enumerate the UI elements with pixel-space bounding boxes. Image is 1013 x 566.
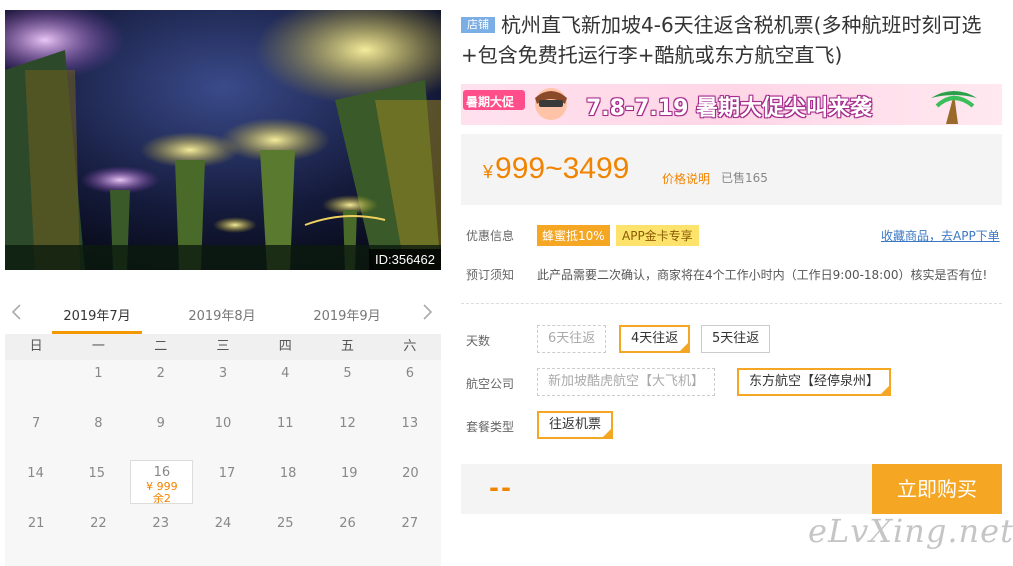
calendar-day: 5 [343,366,352,381]
days-option-5[interactable]: 5天往返 [701,325,771,353]
favorite-link[interactable]: 收藏商品，去APP下单 [881,227,1000,244]
weekday-label: 五 [341,339,355,354]
honey-discount-badge: 蜂蜜抵10% [537,225,610,246]
days-option-4[interactable]: 4天往返 [619,325,691,353]
calendar-day-number: 16 [153,465,171,480]
product-title-text: 杭州直飞新加坡4-6天往返含税机票(多种航班时刻可选+包含免费托运行李+酷航或东… [461,13,982,67]
tab-month-1[interactable]: 2019年7月 [52,305,142,324]
product-info: 店铺 杭州直飞新加坡4-6天往返含税机票(多种航班时刻可选+包含免费托运行李+酷航… [461,10,1006,514]
calendar-day: 24 [214,516,232,531]
airline-option-eastern[interactable]: 东方航空【经停泉州】 [737,368,892,396]
photo-id-label: ID:356462 [369,249,441,270]
site-watermark: eLvXing.net [808,512,1013,550]
shop-badge[interactable]: 店铺 [461,17,495,33]
days-label: 天数 [466,334,491,348]
product-photo: ID:356462 [5,10,441,270]
calendar-day-remain: 余2 [152,492,171,505]
weekday-label: 一 [91,339,105,354]
calendar-day: 20 [402,466,419,481]
promo-banner[interactable]: 暑期大促 7.8-7.19 暑期大促尖叫来袭 [461,84,1002,125]
calendar-day: 17 [218,466,236,481]
app-gold-card-badge: APP金卡专享 [616,225,699,246]
buy-now-button[interactable]: 立即购买 [872,464,1002,514]
weekday-header: 日 一 二 三 四 五 六 [5,334,441,360]
calendar-grid: 1 2 3 4 5 6 7 8 9 10 11 12 13 14 15 16 ¥… [5,360,441,566]
calendar-day: 6 [405,366,414,381]
price-range: ¥999~3499 [483,152,629,186]
calendar-week: 14 15 16 ¥ 999 余2 17 18 19 20 [5,460,441,510]
calendar-day: 7 [32,416,41,431]
calendar-day: 11 [276,416,294,431]
booking-notice-text: 此产品需要二次确认，商家将在4个工作小时内（工作日9:00-18:00）核实是否… [537,268,988,282]
promo-banner-text: 7.8-7.19 暑期大促尖叫来袭 [586,96,873,121]
calendar-day: 14 [27,466,44,481]
currency-symbol: ¥ [483,162,494,182]
calendar-day-selected[interactable]: 16 ¥ 999 余2 [130,460,194,505]
date-calendar: 2019年7月 2019年8月 2019年9月 日 一 二 三 四 五 六 1 … [5,296,441,566]
active-month-indicator [52,331,142,334]
calendar-day: 22 [90,516,107,531]
weekday-label: 四 [278,339,292,354]
promo-label: 优惠信息 [466,229,515,243]
calendar-day: 27 [401,516,419,531]
calendar-day: 26 [339,516,356,531]
calendar-day: 9 [156,416,165,431]
calendar-day: 18 [279,466,297,481]
booking-notice-label: 预订须知 [466,268,515,282]
calendar-week: 21 22 23 24 25 26 27 [5,510,441,560]
calendar-day: 13 [401,416,419,431]
airline-label: 航空公司 [466,377,515,391]
price-explain-link[interactable]: 价格说明 [662,170,710,187]
package-label: 套餐类型 [466,420,515,434]
chevron-right-icon[interactable] [417,302,437,322]
total-price: -- [489,474,513,502]
calendar-day: 23 [152,516,169,531]
weekday-label: 日 [29,339,43,354]
calendar-day: 2 [156,366,165,381]
tab-month-3[interactable]: 2019年9月 [302,305,392,324]
sold-count: 已售165 [721,171,768,185]
gardens-by-the-bay-image [5,10,441,270]
calendar-day: 15 [88,466,105,481]
calendar-day: 4 [281,366,290,381]
days-option-6[interactable]: 6天往返 [537,325,607,353]
calendar-day: 3 [218,366,228,381]
calendar-week: 7 8 9 10 11 12 13 [5,410,441,460]
airline-option-scoot[interactable]: 新加坡酷虎航空【大飞机】 [537,368,716,396]
weekday-label: 三 [216,339,230,354]
product-title: 店铺 杭州直飞新加坡4-6天往返含税机票(多种航班时刻可选+包含免费托运行李+酷航… [461,10,1006,70]
promo-banner-tag: 暑期大促 [466,95,515,109]
price-range-value: 999~3499 [495,152,630,185]
chevron-left-icon[interactable] [7,302,27,322]
purchase-bar: -- 立即购买 [461,464,1002,514]
weekday-label: 二 [154,339,168,354]
calendar-day: 25 [276,516,294,531]
calendar-day: 19 [341,466,358,481]
calendar-week: 1 2 3 4 5 6 [5,360,441,410]
calendar-day: 8 [94,416,103,431]
package-option-roundtrip[interactable]: 往返机票 [537,411,614,439]
calendar-day [5,360,67,410]
calendar-day: 1 [94,366,103,381]
calendar-day: 12 [339,416,356,431]
price-panel: ¥999~3499 价格说明 已售165 [461,134,1002,205]
calendar-day: 21 [27,516,45,531]
tab-month-2[interactable]: 2019年8月 [177,305,267,324]
calendar-month-nav: 2019年7月 2019年8月 2019年9月 [5,296,441,334]
calendar-day: 10 [214,416,232,431]
weekday-label: 六 [403,339,417,354]
section-divider [461,303,1002,304]
